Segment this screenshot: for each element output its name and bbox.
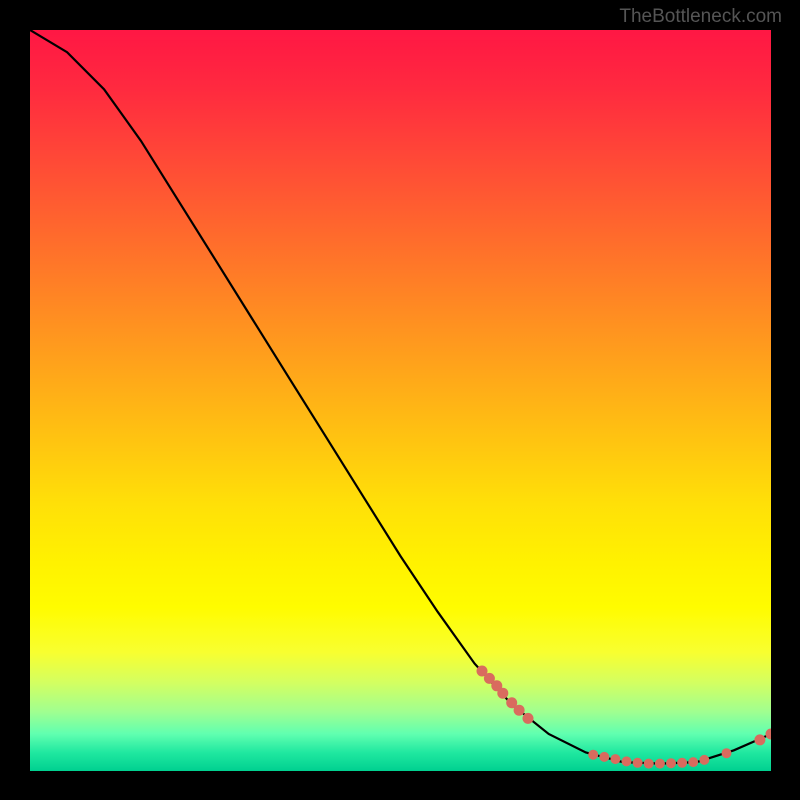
data-marker [497, 688, 508, 699]
data-marker [677, 758, 687, 768]
data-marker [766, 729, 772, 740]
watermark-text: TheBottleneck.com [619, 6, 782, 28]
data-marker [588, 750, 598, 760]
data-marker [633, 758, 643, 768]
data-marker [754, 734, 765, 745]
data-marker [514, 705, 525, 716]
data-markers [477, 666, 772, 769]
bottleneck-curve [30, 30, 771, 764]
data-marker [523, 713, 534, 724]
data-marker [622, 756, 632, 766]
chart-plot-area [30, 30, 771, 771]
data-marker [644, 759, 654, 769]
data-marker [688, 757, 698, 767]
data-marker [722, 748, 732, 758]
chart-svg [30, 30, 771, 771]
data-marker [599, 752, 609, 762]
data-marker [666, 758, 676, 768]
data-marker [655, 759, 665, 769]
data-marker [610, 754, 620, 764]
data-marker [699, 755, 709, 765]
